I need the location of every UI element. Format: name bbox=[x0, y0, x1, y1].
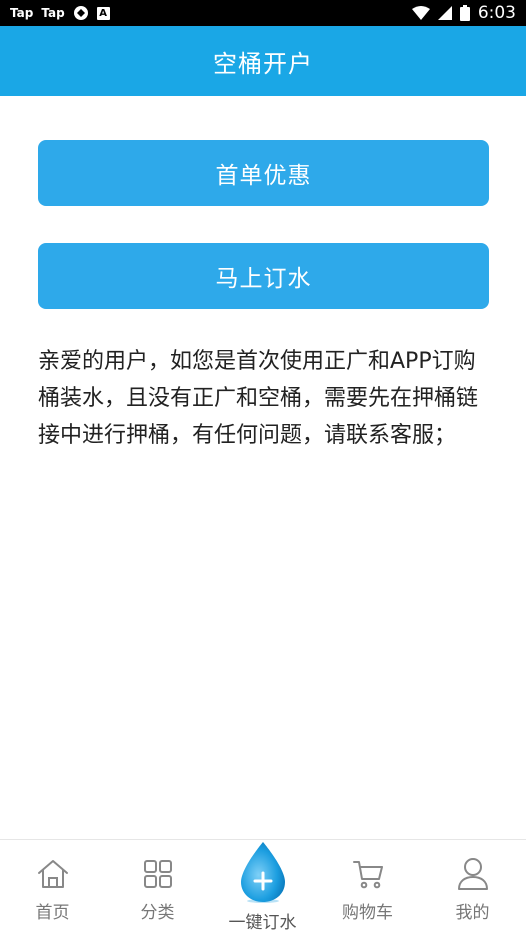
notice-text: 亲爱的用户，如您是首次使用正广和APP订购桶装水，且没有正广和空桶，需要先在押桶… bbox=[38, 349, 479, 448]
signal-icon bbox=[437, 6, 452, 20]
status-bar: Tap Tap A 6:03 bbox=[0, 0, 526, 26]
page-title: 空桶开户 bbox=[213, 49, 313, 78]
app-header: 空桶开户 bbox=[0, 26, 526, 96]
grid-icon bbox=[143, 856, 173, 892]
accessibility-icon: A bbox=[96, 6, 110, 20]
tab-one-click-order[interactable]: 一键订水 bbox=[210, 840, 315, 934]
status-app-label-1: Tap bbox=[10, 6, 34, 20]
wifi-icon bbox=[411, 6, 430, 20]
tab-mine[interactable]: 我的 bbox=[420, 840, 525, 934]
user-icon bbox=[457, 856, 489, 892]
battery-icon bbox=[459, 5, 470, 21]
status-app-label-2: Tap bbox=[41, 6, 65, 20]
home-icon bbox=[36, 856, 70, 892]
tab-mine-label: 我的 bbox=[455, 903, 490, 923]
tab-category-label: 分类 bbox=[140, 903, 175, 923]
tab-cart-label: 购物车 bbox=[342, 903, 393, 923]
tab-cart[interactable]: 购物车 bbox=[315, 840, 420, 934]
tab-home[interactable]: 首页 bbox=[0, 840, 105, 934]
order-water-now-button[interactable]: 马上订水 bbox=[38, 243, 489, 309]
status-right: 6:03 bbox=[411, 3, 516, 23]
water-drop-plus-icon bbox=[237, 840, 289, 904]
status-left: Tap Tap A bbox=[10, 5, 110, 21]
tab-home-label: 首页 bbox=[35, 903, 70, 923]
status-time: 6:03 bbox=[477, 3, 516, 23]
first-order-discount-button[interactable]: 首单优惠 bbox=[38, 140, 489, 206]
bottom-tab-bar: 首页 分类 一键订水 购物车 我的 bbox=[0, 839, 526, 934]
tab-one-click-order-label: 一键订水 bbox=[228, 913, 297, 933]
cart-icon bbox=[352, 856, 384, 892]
tab-category[interactable]: 分类 bbox=[105, 840, 210, 934]
app-icon bbox=[73, 5, 89, 21]
